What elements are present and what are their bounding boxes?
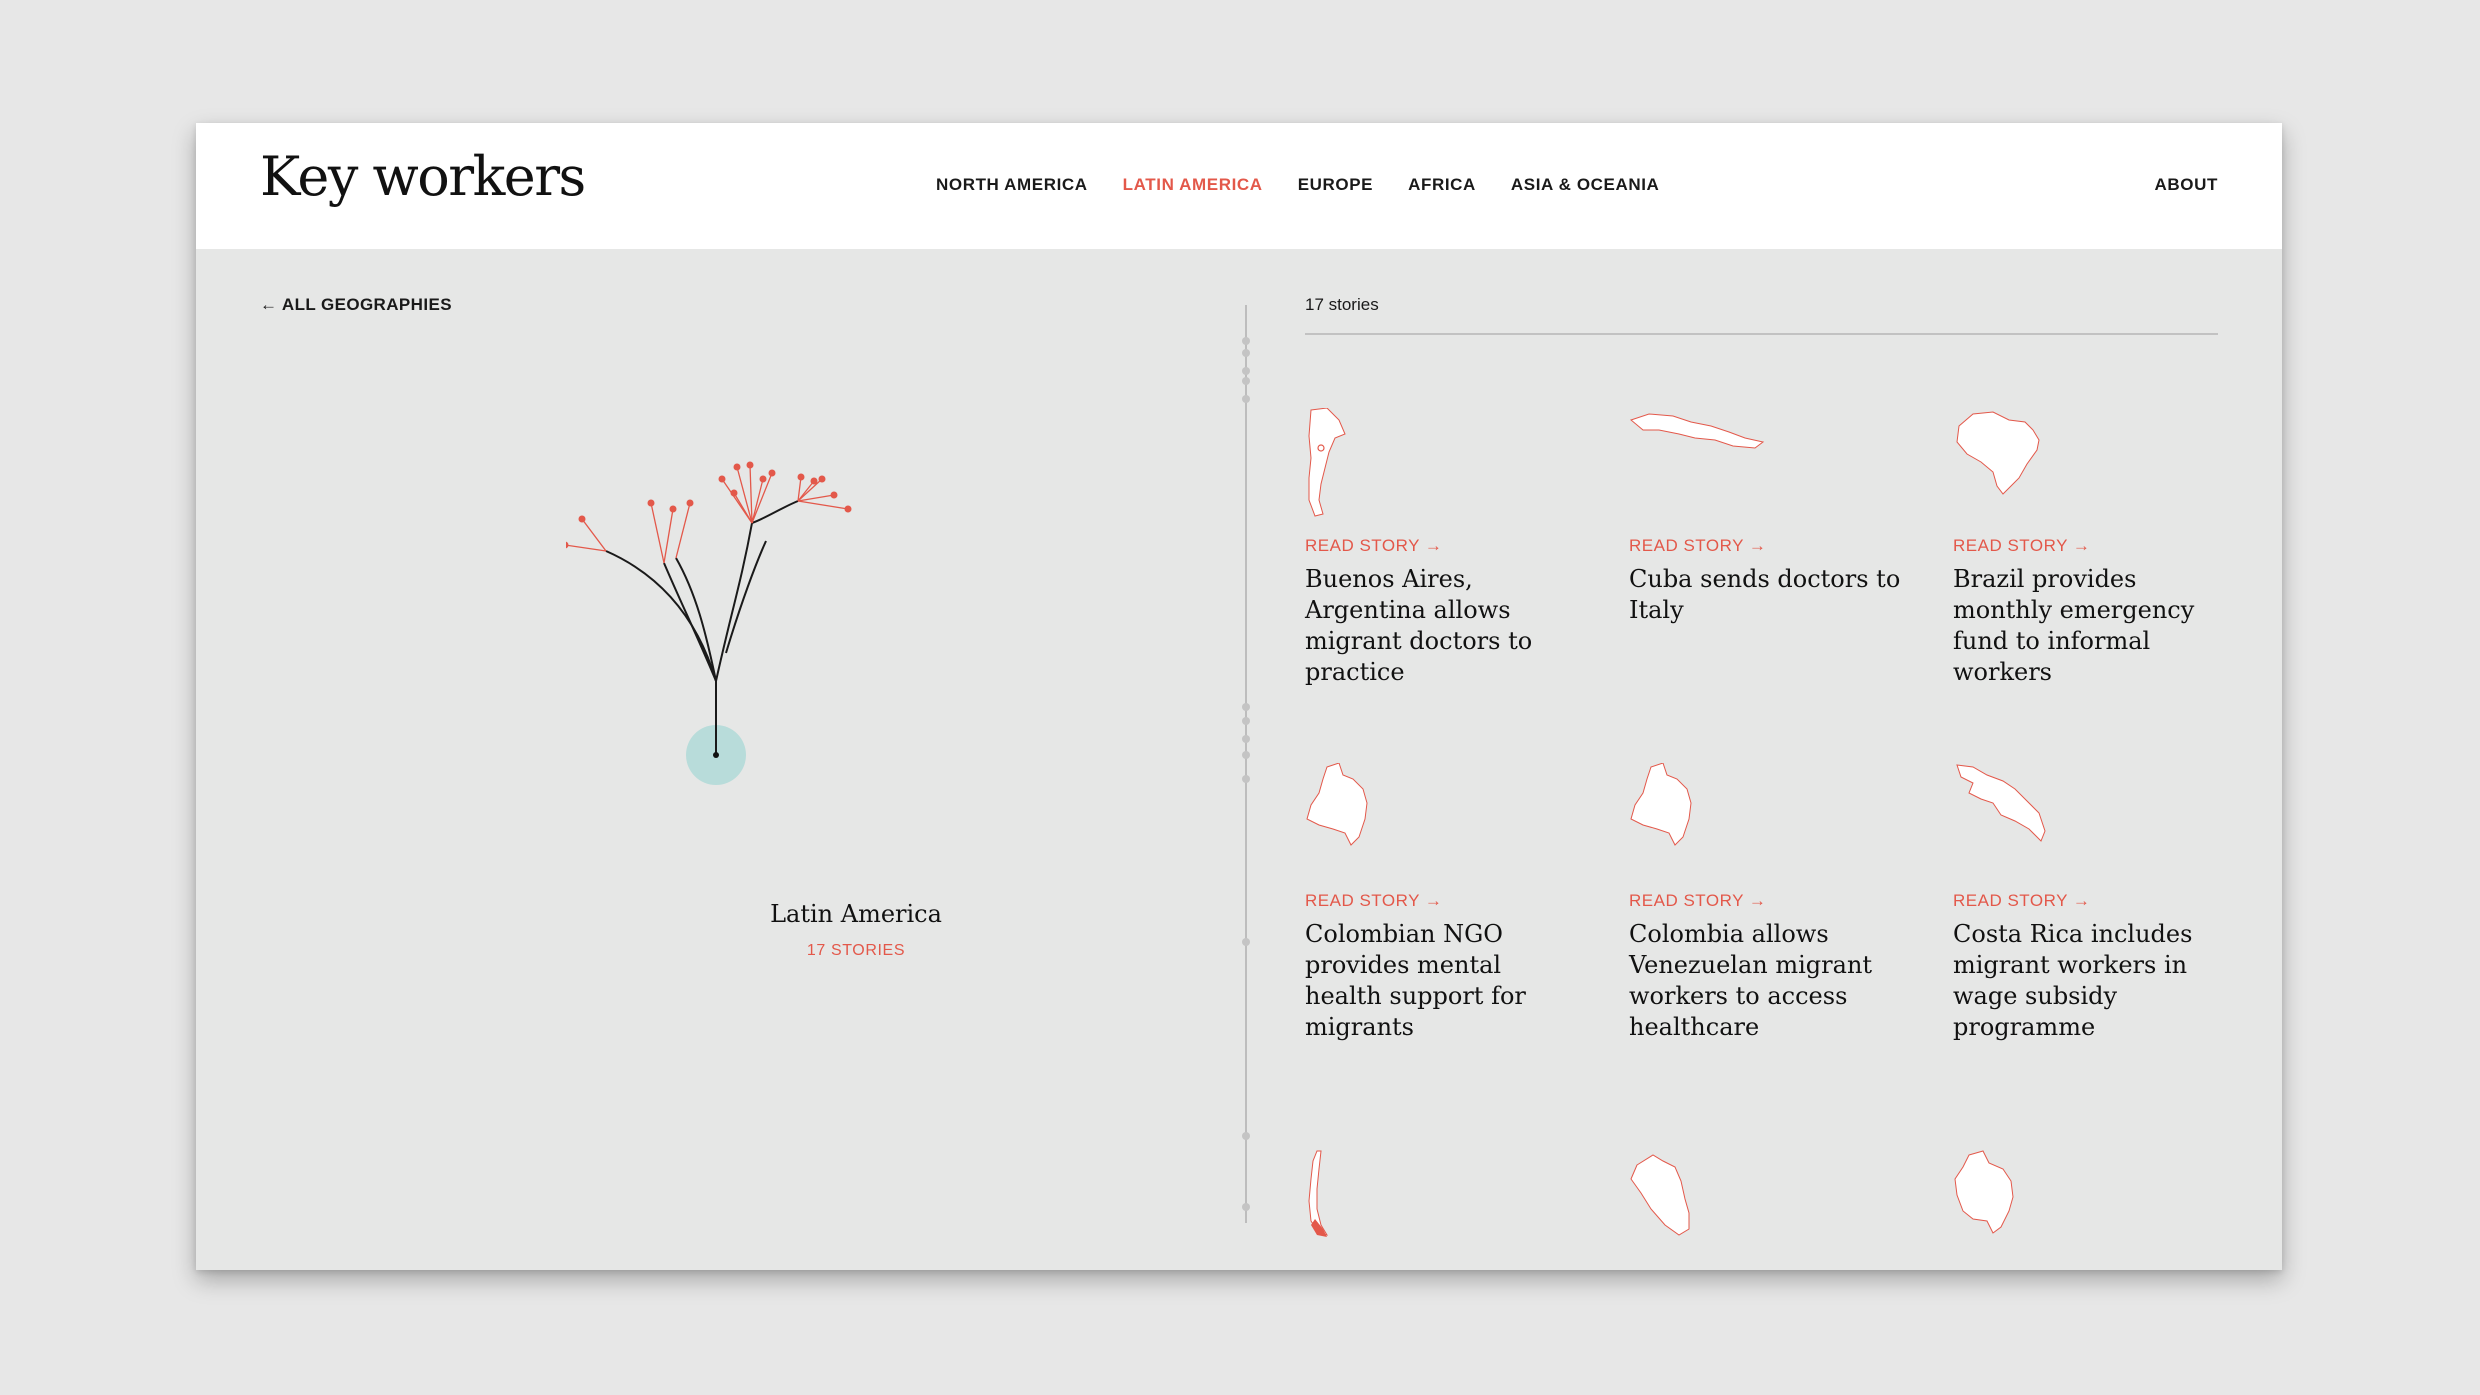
story-title[interactable]: Cuba sends doctors to Italy <box>1629 564 1909 626</box>
all-geographies-link[interactable]: ← ALL GEOGRAPHIES <box>260 295 452 315</box>
nav-item-north-america[interactable]: NORTH AMERICA <box>936 175 1088 195</box>
story-node[interactable] <box>830 491 838 499</box>
story-node[interactable] <box>768 469 776 477</box>
about-link[interactable]: ABOUT <box>2155 175 2218 195</box>
story-title[interactable]: Costa Rica includes migrant workers in w… <box>1953 919 2233 1043</box>
bolivia-map-icon <box>1954 1150 2014 1234</box>
story-node[interactable] <box>566 541 569 549</box>
region-story-count[interactable]: 17 STORIES <box>596 942 1116 960</box>
costa-rica-map-icon <box>1956 764 2046 842</box>
peru-map-icon <box>1630 1154 1690 1236</box>
story-node[interactable] <box>746 461 754 469</box>
region-nav: NORTH AMERICA LATIN AMERICA EUROPE AFRIC… <box>936 175 1694 195</box>
story-node[interactable] <box>718 475 726 483</box>
site-logo[interactable]: Key workers <box>260 145 586 208</box>
argentina-map-icon <box>1308 408 1346 517</box>
read-story-link[interactable]: READ STORY → <box>1953 891 2090 911</box>
colombia-map-icon <box>1630 763 1692 846</box>
story-node[interactable] <box>669 505 677 513</box>
read-story-link[interactable]: READ STORY → <box>1629 536 1766 556</box>
chile-map-icon <box>1308 1150 1329 1237</box>
read-story-link[interactable]: READ STORY → <box>1305 891 1442 911</box>
story-title[interactable]: Buenos Aires, Argentina allows migrant d… <box>1305 564 1585 688</box>
read-story-link[interactable]: READ STORY → <box>1629 891 1766 911</box>
story-title[interactable]: Colombia allows Venezuelan migrant worke… <box>1629 919 1909 1043</box>
story-title[interactable]: Colombian NGO provides mental health sup… <box>1305 919 1585 1043</box>
stories-count-label: 17 stories <box>1305 295 1379 314</box>
brazil-map-icon <box>1956 411 2040 495</box>
nav-item-europe[interactable]: EUROPE <box>1298 175 1373 195</box>
story-node[interactable] <box>686 499 694 507</box>
story-node[interactable] <box>759 475 767 483</box>
story-node[interactable] <box>647 499 655 507</box>
story-node[interactable] <box>810 477 818 485</box>
story-title[interactable]: Brazil provides monthly emergency fund t… <box>1953 564 2233 688</box>
region-title: Latin America <box>770 900 942 928</box>
tree-branch <box>663 562 717 682</box>
tree-branch <box>715 522 753 682</box>
stories-divider <box>1305 333 2218 335</box>
nav-item-africa[interactable]: AFRICA <box>1408 175 1476 195</box>
story-node[interactable] <box>733 463 741 471</box>
colombia-map-icon <box>1306 763 1368 846</box>
cuba-map-icon <box>1629 413 1765 449</box>
region-tree-graphic <box>566 461 852 785</box>
story-node[interactable] <box>797 473 805 481</box>
nav-item-latin-america[interactable]: LATIN AMERICA <box>1123 175 1263 195</box>
tree-branch <box>725 540 767 654</box>
scroll-timeline[interactable] <box>1236 305 1256 1225</box>
browser-window: Key workers NORTH AMERICA LATIN AMERICA … <box>196 123 2282 1270</box>
read-story-link[interactable]: READ STORY → <box>1305 536 1442 556</box>
site-header: Key workers NORTH AMERICA LATIN AMERICA … <box>196 123 2282 249</box>
read-story-link[interactable]: READ STORY → <box>1953 536 2090 556</box>
story-node[interactable] <box>578 515 586 523</box>
story-node[interactable] <box>818 475 826 483</box>
story-node[interactable] <box>730 489 738 497</box>
story-node[interactable] <box>844 505 852 513</box>
nav-item-asia-oceania[interactable]: ASIA & OCEANIA <box>1511 175 1660 195</box>
tree-root-dot <box>713 752 719 758</box>
